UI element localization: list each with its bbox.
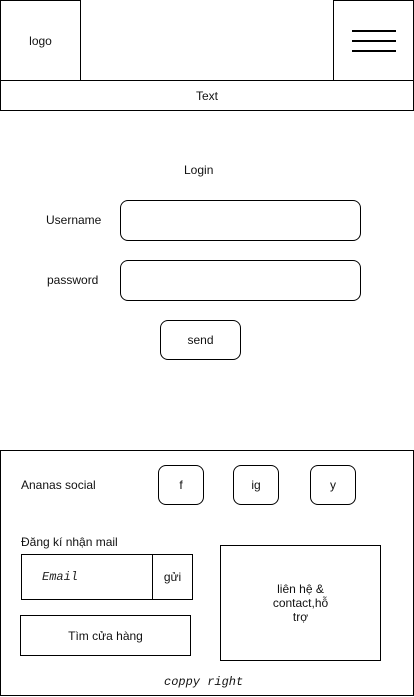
send-button[interactable]: send [160,320,241,360]
instagram-icon: ig [251,478,261,492]
contact-box[interactable]: liên hệ & contact,hỗ trợ [220,545,381,661]
find-store-label: Tìm cửa hàng [68,628,143,643]
banner: Text [0,80,414,111]
username-label: Username [46,213,102,227]
username-input[interactable] [120,200,361,241]
youtube-icon: y [330,478,336,492]
email-submit-button[interactable]: gửi [152,554,193,600]
password-input[interactable] [120,260,361,301]
email-submit-label: gửi [163,570,182,584]
menu-button[interactable] [333,0,414,81]
banner-text: Text [195,88,218,103]
newsletter-label: Đăng kí nhận mail [21,535,118,549]
email-field[interactable] [21,554,153,600]
social-label: Ananas social [21,478,96,492]
facebook-button[interactable]: f [158,465,204,505]
youtube-button[interactable]: y [310,465,356,505]
copyright-text: coppy right [164,675,244,689]
logo[interactable]: logo [0,0,81,81]
contact-text: liên hệ & contact,hỗ trợ [272,582,329,624]
hamburger-menu-icon [334,1,413,80]
password-label: password [47,273,99,287]
instagram-button[interactable]: ig [233,465,279,505]
send-button-label: send [187,333,214,347]
login-title: Login [184,163,214,177]
find-store-button[interactable]: Tìm cửa hàng [20,615,191,656]
facebook-icon: f [179,478,183,492]
logo-text: logo [29,33,52,48]
